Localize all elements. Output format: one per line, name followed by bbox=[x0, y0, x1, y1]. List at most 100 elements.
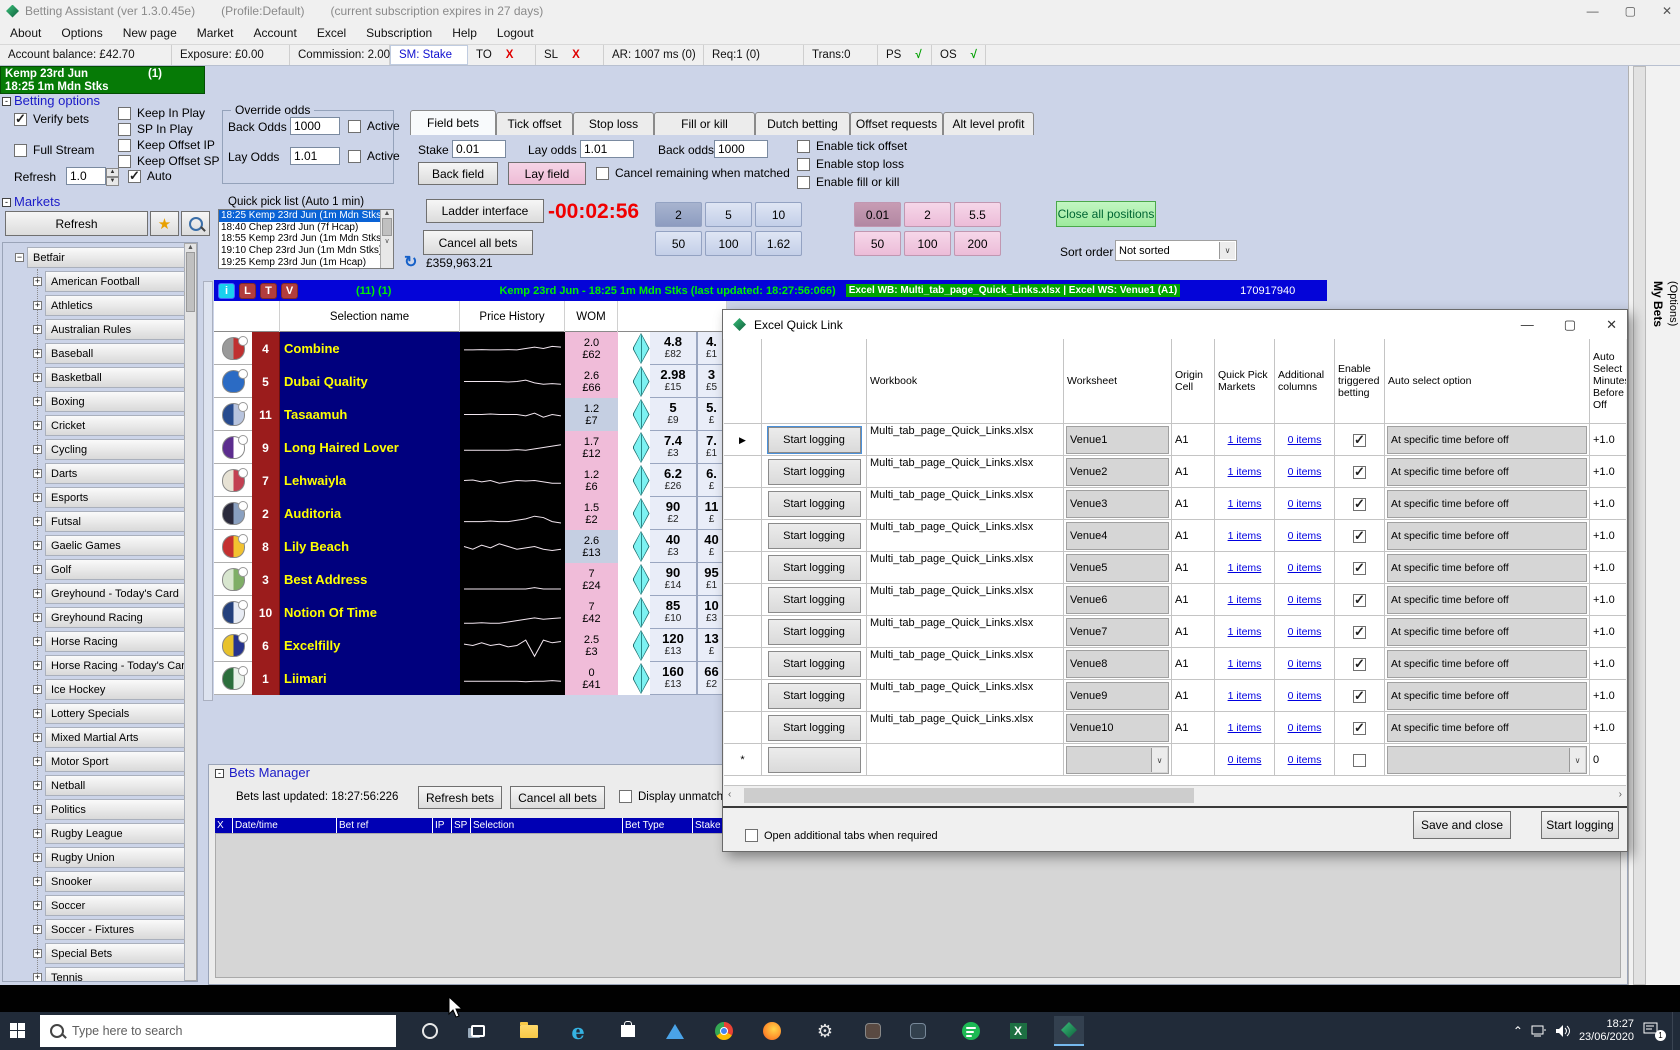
full-stream-checkbox[interactable]: Full Stream bbox=[14, 143, 94, 157]
tree-expand-icon[interactable]: + bbox=[33, 853, 42, 862]
hedge-diamond-icon[interactable] bbox=[632, 530, 650, 563]
tree-node-greyhound-today-s-card[interactable]: Greyhound - Today's Card bbox=[45, 583, 185, 604]
override-lay-odds-input[interactable]: 1.01 bbox=[290, 147, 340, 165]
quick-pick-item[interactable]: 19:10 Chep 23rd Jun (1m Mdn Stks) bbox=[219, 245, 380, 257]
tree-expand-icon[interactable]: + bbox=[33, 949, 42, 958]
quick-pick-item[interactable]: 18:40 Chep 23rd Jun (7f Hcap) bbox=[219, 222, 380, 234]
enable-betting-checkbox[interactable] bbox=[1353, 530, 1366, 543]
tree-expand-icon[interactable]: + bbox=[33, 709, 42, 718]
start-logging-button[interactable]: Start logging bbox=[768, 683, 861, 709]
menu-item-market[interactable]: Market bbox=[187, 22, 244, 44]
tree-node-boxing[interactable]: Boxing bbox=[45, 391, 185, 412]
tree-expand-icon[interactable]: + bbox=[33, 781, 42, 790]
auto-select-option-select[interactable]: ∨ bbox=[1387, 746, 1587, 774]
options-tab[interactable]: (Options) bbox=[1667, 281, 1679, 326]
back-odds-cell[interactable]: 90£2 bbox=[650, 497, 698, 530]
back-odds-cell[interactable]: 120£13 bbox=[650, 629, 698, 662]
hedge-diamond-icon[interactable] bbox=[632, 497, 650, 530]
tree-node-golf[interactable]: Golf bbox=[45, 559, 185, 580]
quick-pick-markets-link[interactable]: 1 items bbox=[1228, 562, 1262, 574]
worksheet-select[interactable]: Venue6 bbox=[1066, 586, 1169, 614]
additional-columns-link[interactable]: 0 items bbox=[1288, 754, 1322, 766]
l-button[interactable]: L bbox=[239, 283, 256, 299]
start-logging-button[interactable]: Start logging bbox=[768, 491, 861, 517]
override-back-odds-input[interactable]: 1000 bbox=[290, 117, 340, 135]
tree-node-darts[interactable]: Darts bbox=[45, 463, 185, 484]
refresh-spinner[interactable]: ▲▼ bbox=[106, 168, 119, 186]
enable-betting-checkbox[interactable] bbox=[1353, 562, 1366, 575]
additional-columns-link[interactable]: 0 items bbox=[1288, 722, 1322, 734]
excel-icon[interactable]: X bbox=[1003, 1016, 1033, 1046]
lay-stake-button-100[interactable]: 100 bbox=[904, 231, 951, 256]
start-logging-button[interactable]: Start logging bbox=[768, 523, 861, 549]
quick-pick-markets-link[interactable]: 1 items bbox=[1228, 690, 1262, 702]
back-odds-cell[interactable]: 4.8£82 bbox=[650, 332, 698, 365]
taskbar-search-input[interactable]: Type here to search bbox=[40, 1015, 396, 1047]
enable-fill-or-kill-checkbox[interactable]: Enable fill or kill bbox=[797, 175, 899, 189]
tree-expand-icon[interactable]: + bbox=[33, 397, 42, 406]
auto-select-option-select[interactable]: At specific time before off bbox=[1387, 458, 1587, 486]
quick-pick-markets-link[interactable]: 0 items bbox=[1228, 754, 1262, 766]
tree-expand-icon[interactable]: + bbox=[33, 805, 42, 814]
markets-toggle[interactable]: - bbox=[2, 198, 11, 207]
enable-betting-checkbox[interactable] bbox=[1353, 690, 1366, 703]
hedge-diamond-icon[interactable] bbox=[632, 596, 650, 629]
quick-pick-item[interactable]: 18:25 Kemp 23rd Jun (1m Mdn Stks) bbox=[219, 210, 380, 222]
tree-node-australian-rules[interactable]: Australian Rules bbox=[45, 319, 185, 340]
tree-node-motor-sport[interactable]: Motor Sport bbox=[45, 751, 185, 772]
grid-scrollbar[interactable] bbox=[203, 281, 213, 701]
quick-pick-markets-link[interactable]: 1 items bbox=[1228, 594, 1262, 606]
stake-input[interactable]: 0.01 bbox=[452, 140, 506, 158]
selection-name[interactable]: Lehwaiyla bbox=[280, 464, 460, 497]
additional-columns-link[interactable]: 0 items bbox=[1288, 466, 1322, 478]
tree-expand-icon[interactable]: + bbox=[33, 613, 42, 622]
lay-stake-button-5.5[interactable]: 5.5 bbox=[954, 202, 1001, 227]
tree-node-horse-racing-today-s-car[interactable]: Horse Racing - Today's Car bbox=[45, 655, 185, 676]
quick-pick-item[interactable]: 19:25 Kemp 23rd Jun (1m Hcap) bbox=[219, 256, 380, 268]
tree-node-futsal[interactable]: Futsal bbox=[45, 511, 185, 532]
auto-select-option-select[interactable]: At specific time before off bbox=[1387, 650, 1587, 678]
tree-node-esports[interactable]: Esports bbox=[45, 487, 185, 508]
menu-item-help[interactable]: Help bbox=[442, 22, 487, 44]
auto-select-option-select[interactable]: At specific time before off bbox=[1387, 618, 1587, 646]
tree-expand-icon[interactable]: + bbox=[33, 925, 42, 934]
tree-node-ice-hockey[interactable]: Ice Hockey bbox=[45, 679, 185, 700]
back-odds-cell[interactable]: 160£13 bbox=[650, 662, 698, 695]
selection-name[interactable]: Dubai Quality bbox=[280, 365, 460, 398]
sort-order-select[interactable]: Not sorted∨ bbox=[1115, 240, 1237, 261]
auto-select-option-select[interactable]: At specific time before off bbox=[1387, 522, 1587, 550]
maximize-icon[interactable]: ▢ bbox=[1625, 4, 1636, 18]
selection-name[interactable]: Combine bbox=[280, 332, 460, 365]
cancel-remaining-checkbox[interactable]: Cancel remaining when matched bbox=[596, 166, 790, 180]
quick-pick-scrollbar[interactable]: ▲∨ bbox=[380, 210, 393, 268]
firefox-icon[interactable] bbox=[757, 1016, 787, 1046]
selection-name[interactable]: Tasaamuh bbox=[280, 398, 460, 431]
enable-betting-checkbox[interactable] bbox=[1353, 626, 1366, 639]
back-odds-cell[interactable]: 85£10 bbox=[650, 596, 698, 629]
tab-dutch-betting[interactable]: Dutch betting bbox=[755, 112, 850, 135]
tree-expand-icon[interactable]: + bbox=[33, 637, 42, 646]
tree-expand-icon[interactable]: + bbox=[33, 493, 42, 502]
tree-expand-icon[interactable]: + bbox=[33, 565, 42, 574]
start-logging-button[interactable]: Start logging bbox=[768, 427, 861, 453]
enable-betting-checkbox[interactable] bbox=[1353, 498, 1366, 511]
tree-expand-icon[interactable]: + bbox=[33, 373, 42, 382]
back-stake-button-10[interactable]: 10 bbox=[755, 202, 802, 227]
tree-node-lottery-specials[interactable]: Lottery Specials bbox=[45, 703, 185, 724]
worksheet-select[interactable]: Venue8 bbox=[1066, 650, 1169, 678]
back-field-button[interactable]: Back field bbox=[418, 162, 498, 185]
markets-refresh-button[interactable]: Refresh bbox=[5, 211, 148, 236]
tab-tick-offset[interactable]: Tick offset bbox=[496, 112, 573, 135]
dialog-hscrollbar[interactable]: ‹ › bbox=[724, 785, 1626, 805]
menu-item-excel[interactable]: Excel bbox=[307, 22, 356, 44]
hedge-diamond-icon[interactable] bbox=[632, 662, 650, 695]
start-logging-button[interactable]: Start logging bbox=[768, 619, 861, 645]
back-stake-button-2[interactable]: 2 bbox=[655, 202, 702, 227]
quick-pick-list[interactable]: ▲∨ 18:25 Kemp 23rd Jun (1m Mdn Stks)18:4… bbox=[218, 209, 394, 269]
lay-stake-button-200[interactable]: 200 bbox=[954, 231, 1001, 256]
back-stake-button-5[interactable]: 5 bbox=[705, 202, 752, 227]
edge-icon[interactable]: e bbox=[563, 1016, 593, 1046]
additional-columns-link[interactable]: 0 items bbox=[1288, 658, 1322, 670]
back-odds-cell[interactable]: 2.98£15 bbox=[650, 365, 698, 398]
quick-pick-markets-link[interactable]: 1 items bbox=[1228, 722, 1262, 734]
